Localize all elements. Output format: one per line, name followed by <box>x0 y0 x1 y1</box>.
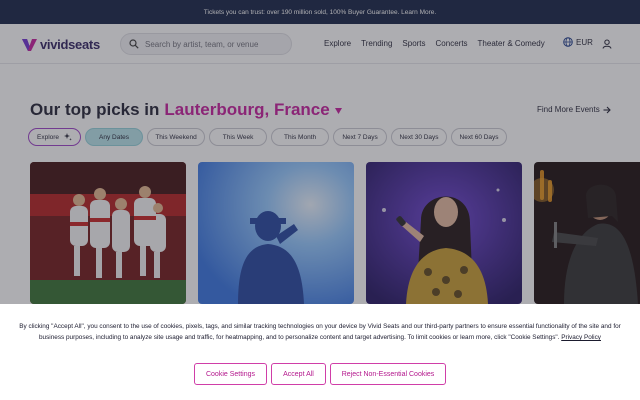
globe-icon <box>563 37 573 47</box>
filter-this-weekend[interactable]: This Weekend <box>147 128 206 146</box>
event-cards <box>30 162 640 304</box>
event-card[interactable] <box>198 162 354 304</box>
location-selector[interactable]: Lauterbourg, France <box>164 100 329 120</box>
accept-all-button[interactable]: Accept All <box>271 363 326 385</box>
filter-label: Next 60 Days <box>459 133 499 141</box>
filter-this-month[interactable]: This Month <box>271 128 330 146</box>
nav-sports[interactable]: Sports <box>402 39 425 48</box>
user-icon[interactable] <box>602 39 612 49</box>
currency-selector[interactable]: EUR <box>563 37 593 47</box>
site-header: vividseats Explore Trending Sports Conce… <box>0 24 640 64</box>
nav-theater-comedy[interactable]: Theater & Comedy <box>478 39 545 48</box>
cookie-banner: By clicking "Accept All", you consent to… <box>0 304 640 400</box>
filter-explore[interactable]: Explore <box>28 128 82 146</box>
filter-label: Explore <box>37 133 60 141</box>
filter-next-7-days[interactable]: Next 7 Days <box>333 128 388 146</box>
caret-down-icon[interactable] <box>334 108 342 114</box>
nav-concerts[interactable]: Concerts <box>436 39 468 48</box>
find-more-events-link[interactable]: Find More Events <box>537 105 611 114</box>
event-image-rock-concert <box>534 162 640 304</box>
event-card[interactable] <box>366 162 522 304</box>
filter-label: Next 30 Days <box>399 133 439 141</box>
filter-label: This Month <box>283 133 317 141</box>
main-nav: Explore Trending Sports Concerts Theater… <box>324 39 545 48</box>
event-image-concert-silhouette <box>198 162 354 304</box>
page-title: Our top picks in Lauterbourg, France <box>30 100 342 120</box>
search-icon <box>129 39 139 49</box>
cookie-message: By clicking "Accept All", you consent to… <box>19 323 621 341</box>
privacy-policy-link[interactable]: Privacy Policy <box>561 334 601 341</box>
logo[interactable]: vividseats <box>22 37 100 52</box>
nav-trending[interactable]: Trending <box>361 39 392 48</box>
event-card[interactable] <box>30 162 186 304</box>
filter-label: Next 7 Days <box>342 133 378 141</box>
currency-label: EUR <box>576 37 593 47</box>
arrow-right-icon <box>603 106 611 113</box>
date-filters: Explore Any Dates This Weekend This Week… <box>28 128 508 146</box>
filter-next-60-days[interactable]: Next 60 Days <box>451 128 508 146</box>
promo-text[interactable]: Tickets you can trust: over 190 million … <box>204 9 436 16</box>
sparkle-icon <box>64 133 72 141</box>
filter-any-dates[interactable]: Any Dates <box>85 128 144 146</box>
find-more-label: Find More Events <box>537 105 600 114</box>
filter-next-30-days[interactable]: Next 30 Days <box>391 128 448 146</box>
cookie-text: By clicking "Accept All", you consent to… <box>8 321 632 343</box>
filter-label: This Week <box>222 133 254 141</box>
search-input[interactable] <box>145 39 285 49</box>
title-prefix: Our top picks in <box>30 100 160 119</box>
filter-this-week[interactable]: This Week <box>209 128 268 146</box>
logo-text: vividseats <box>40 37 100 52</box>
event-image-football <box>30 162 186 304</box>
logo-mark-icon <box>22 38 37 51</box>
search-bar[interactable] <box>120 33 292 55</box>
filter-label: Any Dates <box>99 133 130 141</box>
filter-label: This Weekend <box>155 133 197 141</box>
event-card[interactable] <box>534 162 640 304</box>
reject-non-essential-button[interactable]: Reject Non-Essential Cookies <box>330 363 446 385</box>
nav-explore[interactable]: Explore <box>324 39 351 48</box>
promo-bar[interactable]: Tickets you can trust: over 190 million … <box>0 0 640 24</box>
cookie-settings-button[interactable]: Cookie Settings <box>194 363 267 385</box>
cookie-actions: Cookie Settings Accept All Reject Non-Es… <box>0 363 640 385</box>
event-image-singer <box>366 162 522 304</box>
